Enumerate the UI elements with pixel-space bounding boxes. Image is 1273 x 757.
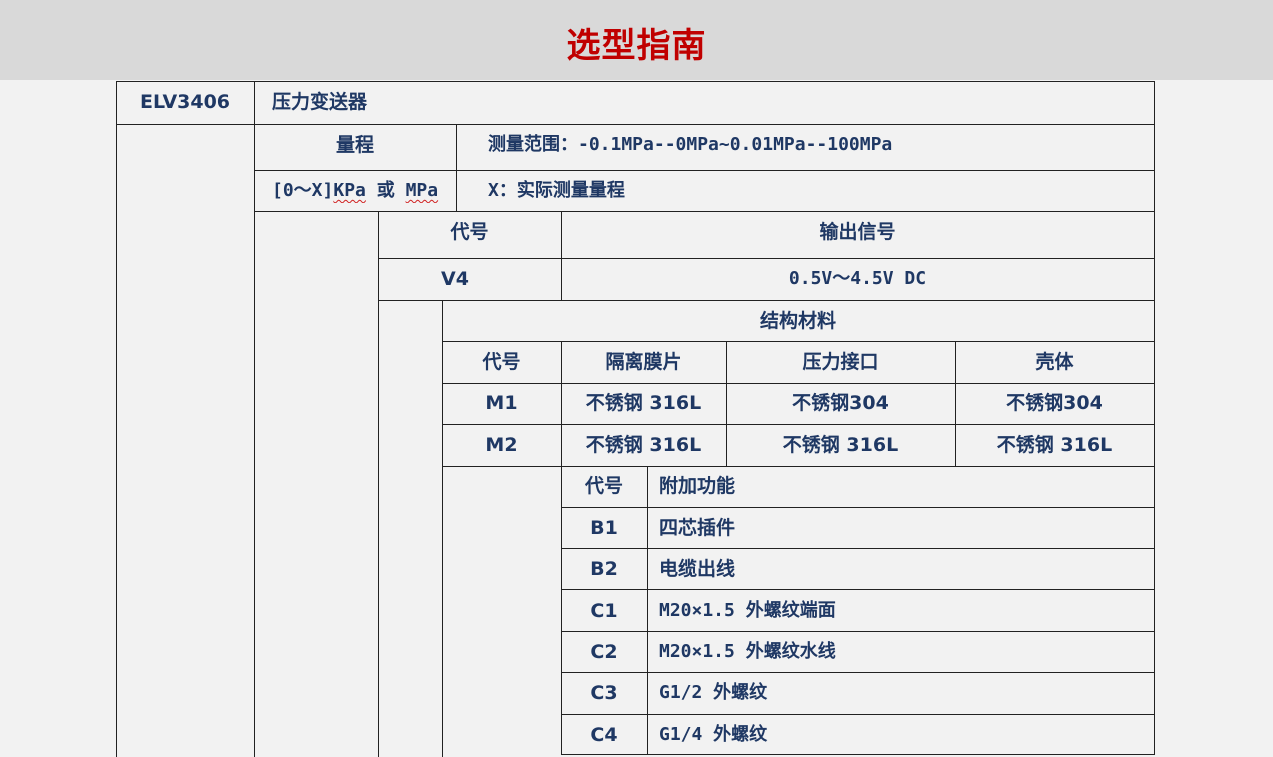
- material-row-diaphragm: 不锈钢 316L: [585, 434, 702, 456]
- header-banner: 选型指南: [0, 0, 1273, 80]
- material-row-housing: 不锈钢304: [1006, 392, 1103, 414]
- material-header-port: 压力接口: [802, 351, 879, 373]
- table-line: [442, 466, 1155, 467]
- addon-row-name: G1/4 外螺纹: [659, 724, 768, 745]
- table-line: [456, 124, 457, 211]
- table-line: [561, 714, 1155, 715]
- addon-row-code: C3: [590, 682, 618, 704]
- table-line: [647, 466, 648, 755]
- output-header-code: 代号: [450, 221, 489, 243]
- table-line: [116, 124, 1155, 125]
- addon-row-name: M20×1.5 外螺纹水线: [659, 641, 836, 662]
- material-row-diaphragm: 不锈钢 316L: [585, 392, 702, 414]
- table-line: [442, 424, 1155, 425]
- page-title: 选型指南: [566, 26, 707, 66]
- addon-row-name: M20×1.5 外螺纹端面: [659, 600, 836, 621]
- material-row-housing: 不锈钢 316L: [996, 434, 1113, 456]
- table-line: [378, 258, 1155, 259]
- addon-row-name: G1/2 外螺纹: [659, 682, 768, 703]
- addon-row-name: 电缆出线: [659, 558, 736, 580]
- unit-or: 或: [376, 180, 395, 201]
- material-title: 结构材料: [759, 310, 836, 332]
- table-line: [116, 81, 117, 757]
- table-line: [442, 341, 1155, 342]
- addon-row-code: C4: [590, 724, 618, 746]
- table-line: [561, 507, 1155, 508]
- output-value: 0.5V～4.5V DC: [788, 268, 927, 289]
- table-line: [378, 211, 379, 757]
- material-row-port: 不锈钢304: [792, 392, 889, 414]
- range-description: 测量范围：-0.1MPa--0MPa~0.01MPa--100MPa: [488, 134, 893, 155]
- range-label: 量程: [335, 134, 374, 156]
- table-line: [561, 754, 1155, 755]
- table-line: [254, 170, 1155, 171]
- table-line: [561, 672, 1155, 673]
- output-header-name: 输出信号: [819, 221, 896, 243]
- unit-mpa: MPa: [405, 180, 439, 201]
- table-line: [561, 589, 1155, 590]
- range-unit-prefix: [0～X]: [272, 180, 334, 201]
- addon-row-code: B2: [590, 558, 618, 580]
- material-row-port: 不锈钢 316L: [782, 434, 899, 456]
- material-header-code: 代号: [482, 351, 521, 373]
- material-header-housing: 壳体: [1035, 351, 1074, 373]
- table-line: [561, 631, 1155, 632]
- table-line: [254, 211, 1155, 212]
- table-line: [378, 300, 1155, 301]
- model-name: 压力变送器: [272, 91, 368, 113]
- table-line: [561, 548, 1155, 549]
- addon-row-code: C2: [590, 641, 618, 663]
- material-row-code: M2: [485, 434, 518, 456]
- addon-header-code: 代号: [584, 475, 623, 497]
- table-line: [116, 81, 1155, 82]
- material-header-diaphragm: 隔离膜片: [605, 351, 682, 373]
- table-line: [442, 383, 1155, 384]
- unit-kpa: KPa: [333, 180, 366, 201]
- range-note: X：实际测量量程: [488, 180, 625, 201]
- model-code: ELV3406: [139, 91, 231, 113]
- addon-row-code: C1: [590, 600, 618, 622]
- addon-row-code: B1: [590, 517, 618, 539]
- output-code: V4: [441, 268, 469, 290]
- addon-row-name: 四芯插件: [659, 517, 736, 539]
- range-unit: [0～X]KPa 或 MPa: [272, 179, 455, 203]
- table-line: [254, 81, 255, 757]
- addon-header-name: 附加功能: [659, 475, 736, 497]
- table-line: [1154, 81, 1155, 755]
- material-row-code: M1: [485, 392, 518, 414]
